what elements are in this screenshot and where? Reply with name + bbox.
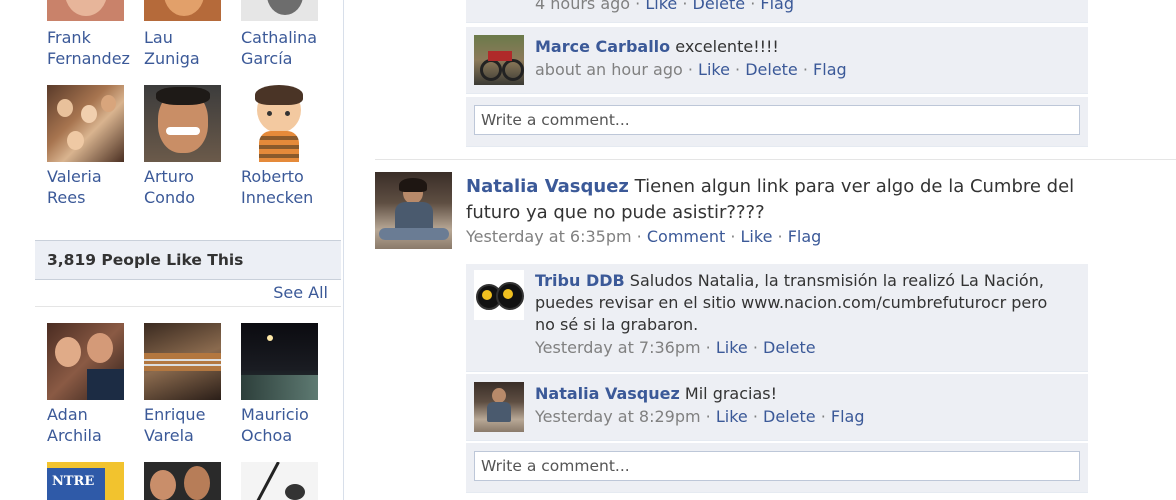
- friend-item[interactable]: Frank Fernandez: [47, 27, 137, 69]
- friend-item[interactable]: Valeria Rees: [47, 85, 137, 208]
- commenter-name[interactable]: Natalia Vasquez: [535, 384, 680, 403]
- poster-avatar[interactable]: [375, 172, 452, 249]
- delete-link[interactable]: Delete: [745, 60, 798, 79]
- friend-photo[interactable]: [144, 85, 221, 162]
- post-time: Yesterday at 6:35pm: [466, 227, 632, 246]
- friend-photo-cropped[interactable]: [144, 0, 221, 21]
- delete-link[interactable]: Delete: [693, 0, 746, 13]
- divider: [35, 306, 341, 307]
- write-comment-input[interactable]: Write a comment...: [474, 451, 1080, 481]
- post-meta: Yesterday at 6:35pm · Comment · Like · F…: [466, 227, 822, 246]
- post-body: Natalia Vasquez Tienen algun link para v…: [466, 174, 1126, 226]
- liker-photo[interactable]: [47, 323, 124, 400]
- story-divider: [375, 159, 1176, 160]
- friend-photo-cropped[interactable]: [47, 0, 124, 21]
- friend-last-name[interactable]: Fernandez: [47, 49, 130, 68]
- like-link[interactable]: Like: [716, 407, 748, 426]
- liker-first-name[interactable]: Adan: [47, 405, 88, 424]
- friend-last-name[interactable]: Zuniga: [144, 49, 200, 68]
- comment-meta: Yesterday at 8:29pm · Like · Delete · Fl…: [535, 407, 865, 426]
- friend-item[interactable]: Lau Zuniga: [144, 27, 234, 69]
- comment-box: Marce Carballo excelente!!!! about an ho…: [466, 27, 1088, 94]
- comment-meta: Yesterday at 7:36pm · Like · Delete: [535, 338, 816, 357]
- friend-first-name[interactable]: Frank: [47, 28, 91, 47]
- liker-item[interactable]: Adan Archila: [47, 323, 137, 446]
- comment-time: 4 hours ago: [535, 0, 631, 13]
- wall-stream: 4 hours ago · Like · Delete · Flag Marce…: [343, 0, 1176, 500]
- friend-item[interactable]: Roberto Innecken: [241, 85, 331, 208]
- comment-meta: about an hour ago · Like · Delete · Flag: [535, 60, 847, 79]
- comment-time: Yesterday at 7:36pm: [535, 338, 701, 357]
- comment-text-block: Marce Carballo excelente!!!! about an ho…: [535, 36, 1065, 81]
- friend-first-name[interactable]: Arturo: [144, 167, 194, 186]
- friend-last-name[interactable]: Condo: [144, 188, 195, 207]
- comment-text: excelente!!!!: [675, 37, 779, 56]
- friend-first-name[interactable]: Cathalina: [241, 28, 317, 47]
- liker-last-name[interactable]: Ochoa: [241, 426, 292, 445]
- comment-box: 4 hours ago · Like · Delete · Flag: [466, 0, 1088, 23]
- friend-item[interactable]: Cathalina García: [241, 27, 331, 69]
- liker-first-name[interactable]: Enrique: [144, 405, 205, 424]
- commenter-name[interactable]: Marce Carballo: [535, 37, 670, 56]
- commenter-avatar[interactable]: [474, 382, 524, 432]
- write-comment-box: Write a comment...: [466, 97, 1088, 147]
- delete-link[interactable]: Delete: [763, 338, 816, 357]
- liker-item[interactable]: Enrique Varela: [144, 323, 234, 446]
- like-link[interactable]: Like: [645, 0, 677, 13]
- friend-last-name[interactable]: Innecken: [241, 188, 313, 207]
- like-link[interactable]: Like: [716, 338, 748, 357]
- left-sidebar: Frank Fernandez Lau Zuniga Cathalina García…: [0, 0, 344, 500]
- commenter-avatar[interactable]: [474, 35, 524, 85]
- liker-item[interactable]: Mauricio Ochoa: [241, 323, 331, 446]
- commenter-avatar[interactable]: [474, 270, 524, 320]
- commenter-name[interactable]: Tribu DDB: [535, 271, 625, 290]
- comment-text-block: Tribu DDB Saludos Natalia, la transmisió…: [535, 270, 1065, 359]
- flag-link[interactable]: Flag: [813, 60, 847, 79]
- flag-link[interactable]: Flag: [831, 407, 865, 426]
- delete-link[interactable]: Delete: [763, 407, 816, 426]
- liker-last-name[interactable]: Archila: [47, 426, 102, 445]
- logo-partial-text: NTRE: [52, 474, 95, 489]
- likes-header: 3,819 People Like This: [35, 240, 341, 280]
- like-link[interactable]: Like: [698, 60, 730, 79]
- likes-count-title: 3,819 People Like This: [47, 251, 244, 269]
- comment-box: Natalia Vasquez Mil gracias! Yesterday a…: [466, 374, 1088, 441]
- friend-last-name[interactable]: García: [241, 49, 292, 68]
- friend-item[interactable]: Arturo Condo: [144, 85, 234, 208]
- comment-link[interactable]: Comment: [647, 227, 725, 246]
- friend-first-name[interactable]: Roberto: [241, 167, 304, 186]
- comment-text-block: Natalia Vasquez Mil gracias! Yesterday a…: [535, 383, 1065, 428]
- comment-box: Tribu DDB Saludos Natalia, la transmisió…: [466, 264, 1088, 372]
- write-comment-input[interactable]: Write a comment...: [474, 105, 1080, 135]
- friend-photo-cropped[interactable]: [241, 0, 318, 21]
- friend-first-name[interactable]: Valeria: [47, 167, 102, 186]
- liker-photo[interactable]: [144, 323, 221, 400]
- write-comment-box: Write a comment...: [466, 443, 1088, 493]
- see-all-link[interactable]: See All: [273, 283, 328, 302]
- liker-photo[interactable]: [241, 323, 318, 400]
- liker-last-name[interactable]: Varela: [144, 426, 194, 445]
- comment-time: Yesterday at 8:29pm: [535, 407, 701, 426]
- liker-first-name[interactable]: Mauricio: [241, 405, 309, 424]
- liker-photo-cropped[interactable]: NTRE: [47, 462, 124, 500]
- friend-photo[interactable]: [241, 85, 318, 162]
- comment-text: Mil gracias!: [684, 384, 778, 403]
- like-link[interactable]: Like: [741, 227, 773, 246]
- liker-photo-cropped[interactable]: [241, 462, 318, 500]
- friend-photo[interactable]: [47, 85, 124, 162]
- liker-photo-cropped[interactable]: [144, 462, 221, 500]
- comment-meta: 4 hours ago · Like · Delete · Flag: [535, 0, 794, 13]
- poster-name[interactable]: Natalia Vasquez: [466, 176, 629, 197]
- flag-link[interactable]: Flag: [760, 0, 794, 13]
- friend-first-name[interactable]: Lau: [144, 28, 173, 47]
- comment-time: about an hour ago: [535, 60, 683, 79]
- flag-link[interactable]: Flag: [788, 227, 822, 246]
- friend-last-name[interactable]: Rees: [47, 188, 85, 207]
